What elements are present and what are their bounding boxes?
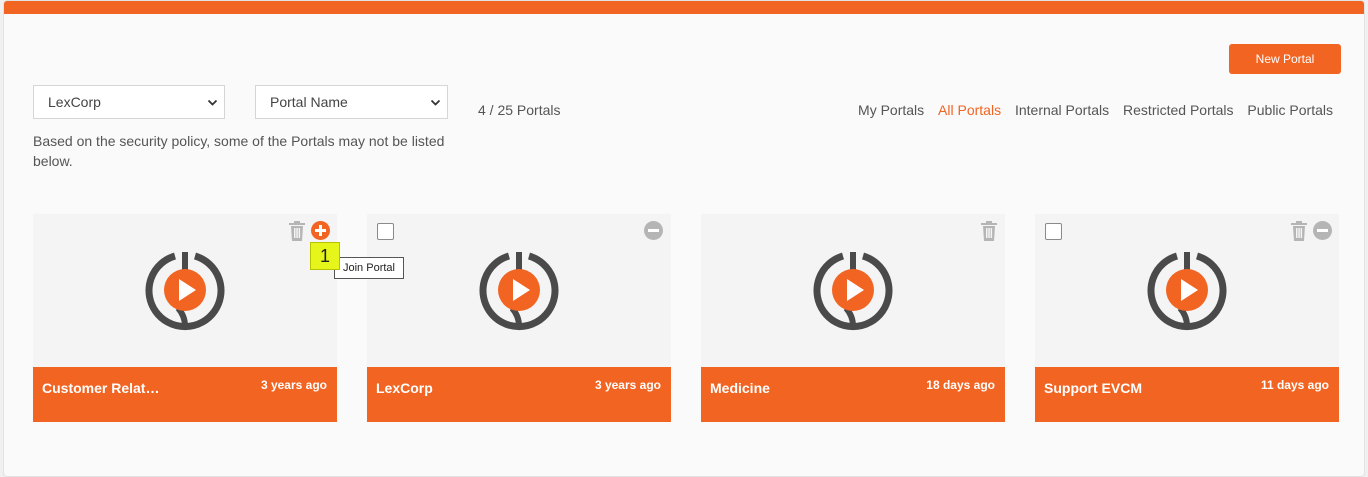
- portal-logo-icon: [1147, 252, 1227, 331]
- tab-my-portals[interactable]: My Portals: [858, 102, 924, 118]
- portal-card-footer: Support EVCM 11 days ago: [1035, 367, 1339, 422]
- portal-card-footer: Customer Relat… 3 years ago: [33, 367, 337, 422]
- portal-date: 18 days ago: [926, 378, 995, 392]
- chevron-down-icon: [207, 99, 218, 106]
- portal-count: 4 / 25 Portals: [478, 102, 561, 118]
- trash-icon[interactable]: [1290, 221, 1308, 241]
- header-accent-bar: [4, 1, 1364, 14]
- trash-icon[interactable]: [288, 221, 306, 241]
- portal-title[interactable]: Medicine: [710, 380, 910, 396]
- chevron-down-icon: [430, 99, 441, 106]
- portal-card[interactable]: Support EVCM 11 days ago: [1035, 214, 1339, 422]
- step-number-badge: 1: [310, 242, 340, 270]
- portal-date: 11 days ago: [1260, 378, 1329, 392]
- join-portal-tooltip: Join Portal: [334, 257, 404, 279]
- leave-icon[interactable]: [1313, 221, 1332, 240]
- portal-date: 3 years ago: [594, 378, 661, 392]
- portal-card-footer: LexCorp 3 years ago: [367, 367, 671, 422]
- portal-card[interactable]: Medicine 18 days ago: [701, 214, 1005, 422]
- company-select[interactable]: LexCorp: [33, 85, 225, 119]
- portal-card-footer: Medicine 18 days ago: [701, 367, 1005, 422]
- portal-logo-icon: [813, 252, 893, 331]
- sort-select-value: Portal Name: [270, 94, 348, 110]
- company-select-value: LexCorp: [48, 94, 101, 110]
- portal-card[interactable]: Customer Relat… 3 years ago: [33, 214, 337, 422]
- trash-icon[interactable]: [980, 221, 998, 241]
- portal-select-checkbox[interactable]: [1045, 223, 1062, 240]
- portal-logo-icon: [145, 252, 225, 331]
- join-icon[interactable]: [311, 221, 330, 240]
- portal-select-checkbox[interactable]: [377, 223, 394, 240]
- portals-panel: New Portal LexCorp Portal Name 4 / 25 Po…: [3, 0, 1365, 477]
- portal-title[interactable]: LexCorp: [376, 380, 576, 396]
- portal-filter-tabs: My Portals All Portals Internal Portals …: [848, 102, 1333, 118]
- tab-all-portals[interactable]: All Portals: [938, 102, 1001, 118]
- sort-select[interactable]: Portal Name: [255, 85, 448, 119]
- leave-icon[interactable]: [644, 221, 663, 240]
- security-policy-notice: Based on the security policy, some of th…: [33, 133, 445, 169]
- portal-title[interactable]: Support EVCM: [1044, 380, 1244, 396]
- tab-internal-portals[interactable]: Internal Portals: [1015, 102, 1109, 118]
- tab-restricted-portals[interactable]: Restricted Portals: [1123, 102, 1233, 118]
- portal-date: 3 years ago: [260, 378, 327, 392]
- tab-public-portals[interactable]: Public Portals: [1247, 102, 1333, 118]
- portal-logo-icon: [479, 252, 559, 331]
- portal-thumbnail: [367, 214, 671, 367]
- portal-thumbnail: [701, 214, 1005, 367]
- portal-card[interactable]: LexCorp 3 years ago: [367, 214, 671, 422]
- portal-title[interactable]: Customer Relat…: [42, 380, 242, 396]
- new-portal-button[interactable]: New Portal: [1229, 44, 1341, 74]
